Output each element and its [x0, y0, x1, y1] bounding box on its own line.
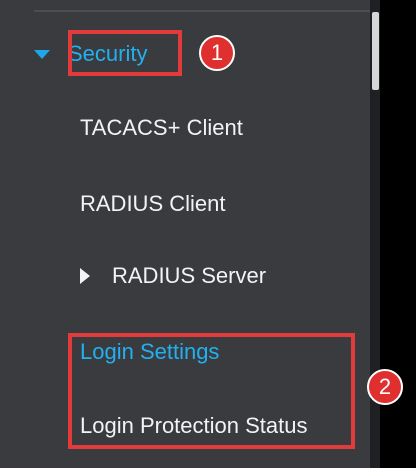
- triangle-right-icon: [80, 268, 90, 284]
- sidebar-item-tacacs-client[interactable]: TACACS+ Client: [80, 112, 243, 144]
- sidebar-top-divider: [34, 10, 370, 12]
- step-badge-1: 1: [199, 35, 235, 71]
- highlight-box-security: [68, 30, 182, 76]
- sidebar-item-label: TACACS+ Client: [80, 115, 243, 140]
- sidebar-item-label: RADIUS Server: [112, 263, 267, 288]
- chevron-down-icon: [34, 49, 50, 59]
- sidebar-item-radius-client[interactable]: RADIUS Client: [80, 188, 225, 220]
- scrollbar-thumb[interactable]: [372, 12, 379, 90]
- step-badge-2: 2: [367, 369, 403, 405]
- highlight-box-login-items: [68, 333, 355, 449]
- screenshot-frame: Security TACACS+ Client RADIUS Client RA…: [0, 0, 416, 468]
- sidebar-item-radius-server[interactable]: RADIUS Server: [80, 260, 266, 292]
- sidebar-item-label: RADIUS Client: [80, 191, 226, 216]
